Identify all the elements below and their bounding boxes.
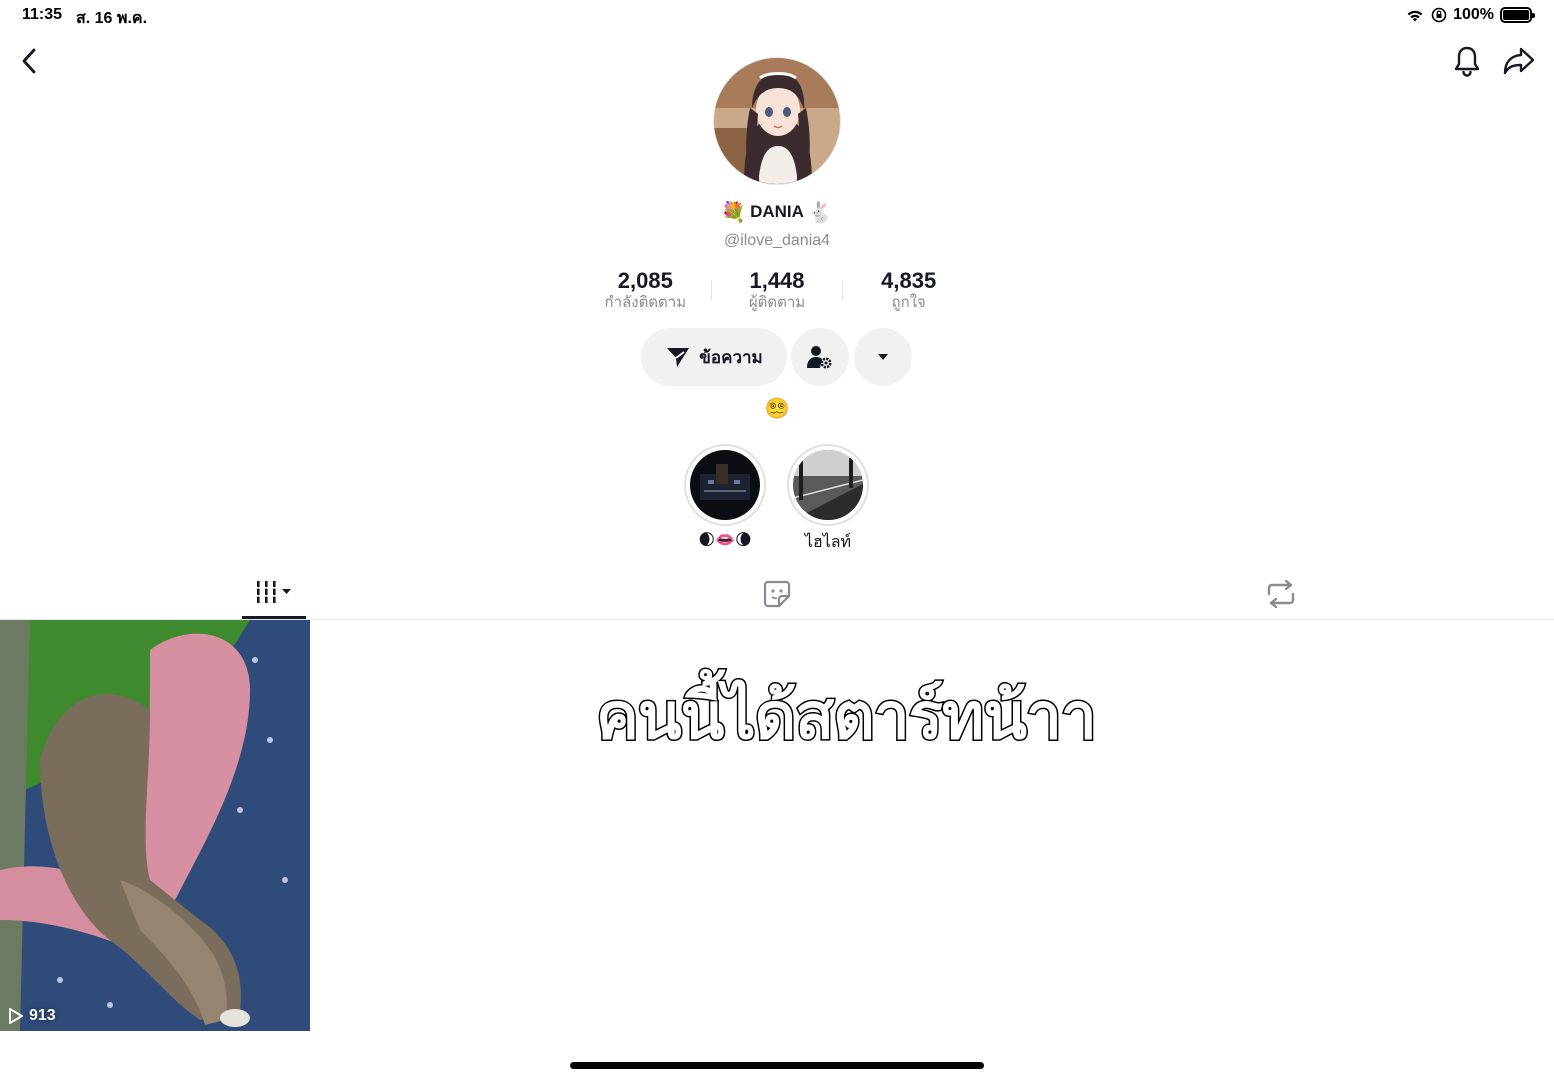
video-thumbnail[interactable]: 913 bbox=[0, 620, 310, 1031]
video-thumbnail-image bbox=[0, 620, 310, 1031]
message-button-label: ข้อความ bbox=[699, 347, 763, 367]
avatar-illustration bbox=[714, 58, 840, 184]
user-settings-icon bbox=[807, 346, 832, 369]
status-time: 11:35 bbox=[22, 6, 63, 23]
bell-icon bbox=[1454, 46, 1480, 77]
display-name-row: 💐 DANIA 🐇 bbox=[0, 200, 1554, 224]
followers-label: ผู้ติดตาม bbox=[748, 294, 806, 311]
profile-avatar[interactable] bbox=[713, 57, 841, 185]
status-date: ส. 16 พ.ค. bbox=[76, 10, 148, 27]
highlight-item[interactable]: 🌒👄🌘 bbox=[684, 444, 766, 549]
status-indicators: 100% bbox=[1405, 6, 1535, 24]
highlight-thumbnail bbox=[793, 450, 863, 520]
notification-bell-button[interactable] bbox=[1449, 43, 1485, 79]
highlight-label: ไฮไลท์ bbox=[804, 534, 852, 551]
tab-reposts[interactable] bbox=[1249, 568, 1313, 619]
message-button[interactable]: ข้อความ bbox=[641, 328, 787, 386]
profile-tabs bbox=[0, 568, 1554, 620]
battery-percent: 100% bbox=[1453, 6, 1494, 23]
stat-followers[interactable]: 1,448 ผู้ติดตาม bbox=[712, 268, 843, 314]
stat-following[interactable]: 2,085 กำลังติดตาม bbox=[580, 268, 711, 314]
highlight-ring bbox=[684, 444, 766, 526]
video-view-count: 913 bbox=[8, 1007, 56, 1025]
tab-stickers[interactable] bbox=[745, 568, 809, 619]
highlight-label: 🌒👄🌘 bbox=[698, 530, 752, 549]
status-bar: 11:35 ส. 16 พ.ค. 100% bbox=[0, 0, 1554, 34]
following-count: 2,085 bbox=[617, 268, 673, 293]
display-name: DANIA bbox=[750, 202, 804, 221]
following-label: กำลังติดตาม bbox=[604, 294, 687, 311]
overlay-caption-text: คนนี้ได้สตาร์ทน้าา bbox=[595, 679, 1099, 756]
likes-count: 4,835 bbox=[881, 268, 937, 293]
rabbit-emoji: 🐇 bbox=[807, 200, 833, 224]
followers-count: 1,448 bbox=[749, 268, 805, 293]
sticker-icon bbox=[763, 580, 791, 607]
stat-likes[interactable]: 4,835 ถูกใจ bbox=[843, 268, 974, 314]
likes-label: ถูกใจ bbox=[891, 294, 926, 311]
username: @ilove_dania4 bbox=[723, 232, 831, 249]
bouquet-emoji: 💐 bbox=[721, 200, 747, 224]
follow-settings-button[interactable] bbox=[791, 328, 849, 386]
tab-videos[interactable] bbox=[242, 568, 306, 619]
home-indicator[interactable] bbox=[570, 1062, 984, 1069]
share-arrow-icon bbox=[1503, 47, 1535, 75]
bio: 😵‍💫 bbox=[764, 396, 790, 420]
highlight-thumbnail bbox=[690, 450, 760, 520]
play-icon bbox=[9, 1008, 23, 1024]
send-icon bbox=[667, 348, 690, 367]
wifi-icon bbox=[1407, 10, 1423, 21]
repost-icon bbox=[1267, 579, 1295, 608]
chevron-left-icon bbox=[22, 48, 36, 74]
caret-down-icon bbox=[878, 354, 888, 360]
view-count-text: 913 bbox=[29, 1007, 56, 1024]
highlight-ring bbox=[787, 444, 869, 526]
highlight-item[interactable]: ไฮไลท์ bbox=[787, 444, 869, 555]
orientation-lock-icon bbox=[1431, 7, 1447, 23]
grid-icon bbox=[255, 581, 291, 603]
more-options-button[interactable] bbox=[854, 328, 912, 386]
profile-stats: 2,085 กำลังติดตาม 1,448 ผู้ติดตาม 4,835 … bbox=[580, 268, 974, 314]
share-button[interactable] bbox=[1500, 43, 1538, 79]
back-button[interactable] bbox=[12, 44, 46, 78]
battery-icon bbox=[1500, 7, 1535, 23]
